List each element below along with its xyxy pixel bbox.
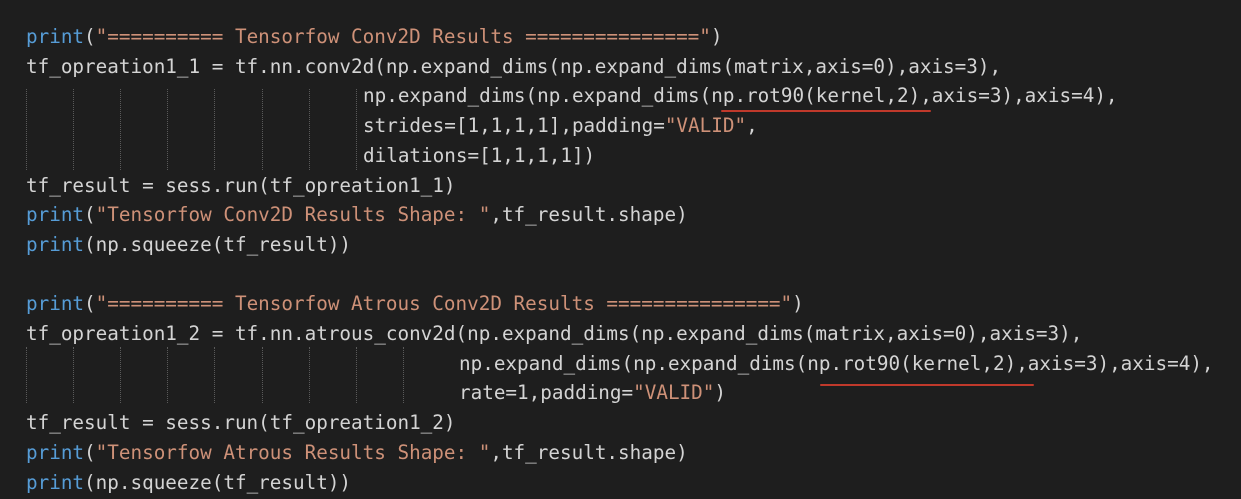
code-line-8: print(np.squeeze(tf_result)): [26, 232, 352, 256]
code-line-5: dilations=[1,1,1,1]): [363, 143, 596, 167]
code-line-3: np.expand_dims(np.expand_dims(np.rot90(k…: [363, 84, 1118, 108]
code-line-12: np.expand_dims(np.expand_dims(np.rot90(k…: [459, 351, 1214, 375]
indent-guide: [73, 89, 74, 170]
annotation-underline-rot90: [820, 384, 1034, 386]
indent-guide: [356, 89, 357, 170]
string-literal: "Tensorfow Conv2D Results Shape: ": [95, 203, 491, 227]
string-literal: "VALID": [633, 381, 715, 405]
print-keyword: print: [26, 440, 85, 464]
indent-guide: [262, 89, 263, 170]
indent-guide: [403, 347, 404, 403]
string-literal: "VALID": [664, 114, 747, 138]
indent-guide: [167, 89, 168, 170]
code-editor[interactable]: print("========== Tensorfow Conv2D Resul…: [0, 0, 1241, 499]
indent-guide: [73, 347, 74, 403]
code-line-10: print("========== Tensorfow Atrous Conv2…: [26, 292, 804, 316]
indent-guide: [26, 347, 27, 403]
print-keyword: print: [26, 292, 85, 316]
print-keyword: print: [26, 203, 85, 227]
indent-guide: [356, 347, 357, 403]
indent-guide: [262, 347, 263, 403]
indent-guide: [120, 347, 121, 403]
print-keyword: print: [26, 25, 85, 48]
code-line-7: print("Tensorfow Conv2D Results Shape: "…: [26, 203, 688, 227]
print-keyword: print: [26, 232, 85, 256]
indent-guide: [309, 347, 310, 403]
code-line-16: print(np.squeeze(tf_result)): [26, 470, 352, 494]
string-literal: "========== Tensorfow Conv2D Results ===…: [95, 25, 711, 48]
print-keyword: print: [26, 470, 85, 494]
indent-guide: [120, 89, 121, 170]
code-line-1: print("========== Tensorfow Conv2D Resul…: [26, 25, 723, 48]
indent-guide: [214, 89, 215, 170]
indent-guide: [167, 347, 168, 403]
indent-guide: [214, 347, 215, 403]
code-line-13: rate=1,padding="VALID"): [459, 381, 726, 405]
string-literal: "========== Tensorfow Atrous Conv2D Resu…: [95, 292, 793, 316]
indent-guide: [309, 89, 310, 170]
code-line-4: strides=[1,1,1,1],padding="VALID",: [363, 114, 758, 138]
code-line-11: tf_opreation1_2 = tf.nn.atrous_conv2d(np…: [26, 322, 1083, 345]
indent-guide: [26, 89, 27, 170]
string-literal: "Tensorfow Atrous Results Shape: ": [95, 440, 491, 464]
code-line-6: tf_result = sess.run(tf_opreation1_1): [26, 173, 456, 197]
code-line-2: tf_opreation1_1 = tf.nn.conv2d(np.expand…: [26, 54, 1002, 78]
annotation-underline-rot90: [721, 110, 931, 112]
code-line-14: tf_result = sess.run(tf_opreation1_2): [26, 411, 456, 435]
code-line-15: print("Tensorfow Atrous Results Shape: "…: [26, 440, 688, 464]
